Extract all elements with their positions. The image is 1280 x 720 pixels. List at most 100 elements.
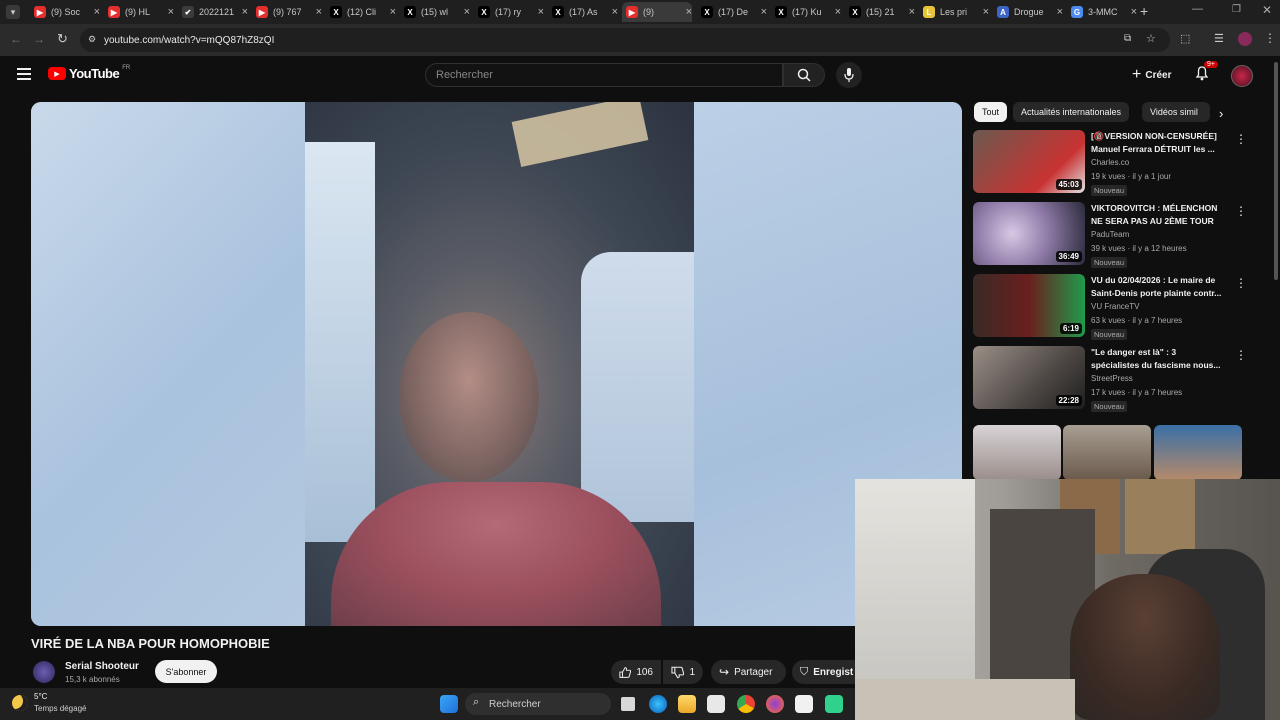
recommended-title[interactable]: VU du 02/04/2026 : Le maire de Saint-Den… [1091,274,1223,300]
weather-condition[interactable]: Temps dégagé [34,704,86,713]
channel-avatar[interactable] [33,661,55,683]
browser-tab[interactable]: X (15) wl × [400,2,470,22]
recommended-title[interactable]: VIKTOROVITCH : MÉLENCHON NE SERA PAS AU … [1091,202,1223,228]
more-options-icon[interactable]: ⋮ [1235,276,1247,290]
recommended-video[interactable]: 36:49 VIKTOROVITCH : MÉLENCHON NE SERA PA… [973,202,1258,268]
chip-world-news[interactable]: Actualités internationales [1013,102,1130,122]
tab-close-icon[interactable]: × [761,6,767,18]
tab-close-icon[interactable]: × [538,6,544,18]
browser-tab[interactable]: X (17) ry × [474,2,544,22]
taskbar-search[interactable]: ⌕ Rechercher [465,693,611,715]
browser-tab[interactable]: ▶ (9) 767 × [252,2,322,22]
edge-browser-icon[interactable] [649,695,667,713]
browser-tab[interactable]: X (17) De × [697,2,767,22]
recommended-video[interactable]: 22:28 "Le danger est là" : 3 spécialistes… [973,346,1258,412]
url-field[interactable]: ⚙ youtube.com/watch?v=mQQ87hZ8zQI ⧉ ☆ [80,28,1170,52]
tab-close-icon[interactable]: × [835,6,841,18]
youtube-logo[interactable]: ▶ YouTube FR [48,65,130,81]
file-explorer-icon[interactable] [678,695,696,713]
store-icon[interactable] [707,695,725,713]
recommended-channel[interactable]: VU FranceTV [1091,302,1139,311]
site-info-icon[interactable]: ⚙ [88,34,96,45]
install-icon[interactable]: ⧉ [1124,33,1131,44]
tab-close-icon[interactable]: × [390,6,396,18]
maximize-icon[interactable]: ❐ [1232,4,1241,15]
recommended-video[interactable]: 45:03 [🔞VERSION NON-CENSURÉE] Manuel Ferr… [973,130,1258,196]
create-button[interactable]: + Créer [1126,64,1177,86]
extensions-icon[interactable]: ⬚ [1180,32,1190,45]
tab-close-icon[interactable]: × [168,6,174,18]
windows-start-icon[interactable] [440,695,458,713]
chip-similar-videos[interactable]: Vidéos simil [1142,102,1210,122]
browser-tab[interactable]: X (15) 21 × [845,2,915,22]
recommended-video[interactable]: 6:19 VU du 02/04/2026 : Le maire de Saint… [973,274,1258,340]
chrome-icon[interactable] [737,695,755,713]
search-button[interactable] [783,63,825,87]
tab-close-icon[interactable]: × [316,6,322,18]
video-thumbnail[interactable]: 45:03 [973,130,1085,193]
channel-name[interactable]: Serial Shooteur [65,661,139,672]
recommended-channel[interactable]: Charles.co [1091,158,1129,167]
recommended-channel[interactable]: StreetPress [1091,374,1133,383]
voice-search-button[interactable] [836,62,862,88]
browser-tab[interactable]: X (12) Cli × [326,2,396,22]
weather-moon-icon[interactable] [12,695,28,711]
account-avatar[interactable] [1231,65,1253,87]
minimize-icon[interactable]: — [1192,3,1203,15]
short-thumbnail[interactable] [1154,425,1242,480]
recommended-title[interactable]: [🔞VERSION NON-CENSURÉE] Manuel Ferrara D… [1091,130,1223,156]
bookmark-star-icon[interactable]: ☆ [1146,32,1156,45]
browser-tab[interactable]: ▶ (9) × [622,2,692,22]
back-icon[interactable]: ← [10,32,22,46]
weather-temperature[interactable]: 5°C [34,692,47,701]
browser-menu-icon[interactable]: ⋮ [1264,31,1276,45]
page-scrollbar[interactable] [1274,62,1278,280]
more-options-icon[interactable]: ⋮ [1235,348,1247,362]
tab-close-icon[interactable]: × [1057,6,1063,18]
new-tab-button[interactable]: + [1140,3,1148,19]
recommended-channel[interactable]: PaduTeam [1091,230,1129,239]
tab-close-icon[interactable]: × [909,6,915,18]
sidepanel-icon[interactable]: ☰ [1214,32,1224,45]
video-thumbnail[interactable]: 22:28 [973,346,1085,409]
tab-close-icon[interactable]: × [242,6,248,18]
browser-tab[interactable]: X (17) Ku × [771,2,841,22]
browser-tab[interactable]: ✔ 2022121 × [178,2,248,22]
browser-tab[interactable]: ▶ (9) HL × [104,2,174,22]
tab-close-icon[interactable]: × [464,6,470,18]
more-options-icon[interactable]: ⋮ [1235,132,1247,146]
more-options-icon[interactable]: ⋮ [1235,204,1247,218]
tab-close-icon[interactable]: × [94,6,100,18]
tab-close-icon[interactable]: × [983,6,989,18]
browser-tab[interactable]: ▶ (9) Soc × [30,2,100,22]
tab-close-icon[interactable]: × [612,6,618,18]
video-thumbnail[interactable]: 36:49 [973,202,1085,265]
profile-avatar[interactable] [1238,32,1252,46]
browser-tab[interactable]: L Les pri × [919,2,989,22]
short-thumbnail[interactable] [1063,425,1151,480]
chips-next-icon[interactable]: › [1219,106,1223,121]
search-input[interactable]: Rechercher [425,63,783,87]
chip-all[interactable]: Tout [974,102,1008,122]
tab-list-icon[interactable]: ▾ [6,5,20,19]
forward-icon[interactable]: → [33,32,45,46]
recommended-title[interactable]: "Le danger est là" : 3 spécialistes du f… [1091,346,1223,372]
save-button[interactable]: ⛉ Enregist [792,660,855,684]
tab-close-icon[interactable]: × [686,6,692,18]
notifications-button[interactable]: 9+ [1194,61,1218,86]
browser-tab[interactable]: G 3-MMC × [1067,2,1137,22]
share-button[interactable]: ↪ Partager [711,660,786,684]
reload-icon[interactable]: ↻ [57,31,68,47]
short-thumbnail[interactable] [973,425,1061,480]
subscribe-button[interactable]: S'abonner [155,660,217,683]
task-view-icon[interactable] [621,697,635,711]
menu-icon[interactable] [17,68,31,80]
like-button[interactable]: 106 [611,660,661,684]
video-player[interactable] [31,102,962,626]
capcut-icon[interactable] [795,695,813,713]
dislike-button[interactable]: 1 [663,660,703,684]
tab-close-icon[interactable]: × [1131,6,1137,18]
video-thumbnail[interactable]: 6:19 [973,274,1085,337]
close-window-icon[interactable]: ✕ [1262,3,1272,17]
firefox-icon[interactable] [766,695,784,713]
